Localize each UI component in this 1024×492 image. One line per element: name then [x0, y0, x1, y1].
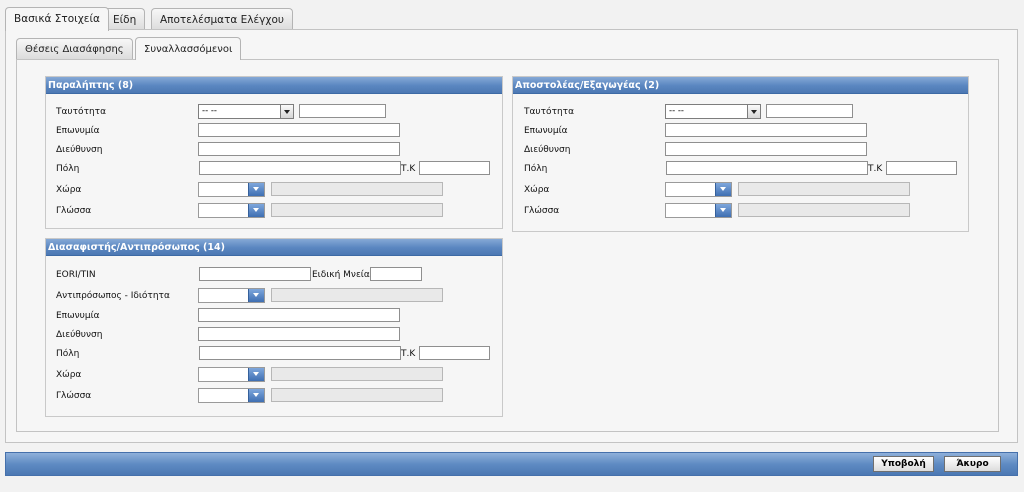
consignee-name-input[interactable]: [198, 123, 400, 137]
tab-declaration-positions[interactable]: Θέσεις Διασάφησης: [16, 38, 133, 59]
consignee-language-select[interactable]: [198, 203, 265, 218]
consignor-postcode-label: Τ.Κ: [868, 164, 883, 174]
declarant-city-input[interactable]: [199, 346, 401, 360]
consignee-id-type-select[interactable]: -- --: [198, 104, 294, 119]
consignor-id-input[interactable]: [766, 104, 853, 118]
declarant-name-label: Επωνυμία: [56, 311, 100, 321]
consignee-country-description: [271, 182, 443, 196]
declarant-language-label: Γλώσσα: [56, 391, 92, 401]
consignor-city-label: Πόλη: [524, 164, 548, 174]
consignor-postcode-input[interactable]: [886, 161, 957, 175]
declarant-postcode-input[interactable]: [419, 346, 490, 360]
footer-bar: [5, 452, 1018, 476]
consignee-postcode-label: Τ.Κ: [401, 164, 416, 174]
chevron-down-icon[interactable]: [248, 389, 264, 402]
chevron-down-icon[interactable]: [248, 368, 264, 381]
consignor-id-label: Ταυτότητα: [524, 107, 575, 117]
declarant-country-label: Χώρα: [56, 370, 82, 380]
consignee-address-input[interactable]: [198, 142, 400, 156]
consignee-language-label: Γλώσσα: [56, 206, 92, 216]
cancel-button[interactable]: Άκυρο: [944, 456, 1001, 472]
consignor-country-select[interactable]: [665, 182, 732, 197]
chevron-down-icon[interactable]: [280, 105, 293, 118]
chevron-down-icon[interactable]: [715, 183, 731, 196]
consignor-name-input[interactable]: [665, 123, 867, 137]
consignee-name-label: Επωνυμία: [56, 126, 100, 136]
consignor-id-type-select[interactable]: -- --: [665, 104, 761, 119]
declarant-name-input[interactable]: [198, 308, 400, 322]
chevron-down-icon[interactable]: [715, 204, 731, 217]
consignee-country-label: Χώρα: [56, 185, 82, 195]
tab-traders[interactable]: Συναλλασσόμενοι: [135, 37, 242, 60]
chevron-down-icon[interactable]: [248, 183, 264, 196]
declarant-eori-input[interactable]: [199, 267, 311, 281]
consignor-id-type-value: -- --: [669, 106, 684, 116]
declarant-postcode-label: Τ.Κ: [401, 349, 416, 359]
declarant-address-label: Διεύθυνση: [56, 330, 103, 340]
declarant-special-mention-input[interactable]: [370, 267, 422, 281]
consignee-city-label: Πόλη: [56, 164, 80, 174]
consignee-id-label: Ταυτότητα: [56, 107, 107, 117]
consignor-section-title: Αποστολέας/Εξαγωγέας (2): [513, 77, 968, 94]
consignee-id-input[interactable]: [299, 104, 386, 118]
submit-button[interactable]: Υποβολή: [873, 456, 934, 472]
consignor-country-label: Χώρα: [524, 185, 550, 195]
consignor-language-select[interactable]: [665, 203, 732, 218]
declarant-eori-label: EORI/TIN: [56, 270, 96, 280]
consignor-name-label: Επωνυμία: [524, 126, 568, 136]
chevron-down-icon[interactable]: [248, 204, 264, 217]
consignor-address-input[interactable]: [665, 142, 867, 156]
consignor-address-label: Διεύθυνση: [524, 145, 571, 155]
tab-control-results[interactable]: Αποτελέσματα Ελέγχου: [151, 8, 293, 30]
declarant-representative-label: Αντιπρόσωπος - Ιδιότητα: [56, 291, 170, 301]
consignor-language-label: Γλώσσα: [524, 206, 560, 216]
chevron-down-icon[interactable]: [747, 105, 760, 118]
consignee-country-select[interactable]: [198, 182, 265, 197]
declarant-address-input[interactable]: [198, 327, 400, 341]
declarant-special-mention-label: Ειδική Μνεία: [312, 270, 370, 280]
chevron-down-icon[interactable]: [248, 289, 264, 302]
declarant-representative-description: [271, 288, 443, 302]
consignee-id-type-value: -- --: [202, 106, 217, 116]
declarant-language-select[interactable]: [198, 388, 265, 403]
consignor-city-input[interactable]: [666, 161, 868, 175]
declarant-city-label: Πόλη: [56, 349, 80, 359]
consignee-section-title: Παραλήπτης (8): [46, 77, 502, 94]
consignee-postcode-input[interactable]: [419, 161, 490, 175]
declarant-country-description: [271, 367, 443, 381]
declarant-country-select[interactable]: [198, 367, 265, 382]
declarant-section-title: Διασαφιστής/Αντιπρόσωπος (14): [46, 239, 502, 256]
consignee-city-input[interactable]: [199, 161, 401, 175]
tab-basic-info[interactable]: Βασικά Στοιχεία: [5, 7, 109, 31]
declarant-representative-select[interactable]: [198, 288, 265, 303]
declarant-language-description: [271, 388, 443, 402]
consignor-language-description: [738, 203, 910, 217]
consignee-language-description: [271, 203, 443, 217]
consignee-address-label: Διεύθυνση: [56, 145, 103, 155]
tab-items[interactable]: Είδη: [104, 8, 146, 30]
consignor-country-description: [738, 182, 910, 196]
